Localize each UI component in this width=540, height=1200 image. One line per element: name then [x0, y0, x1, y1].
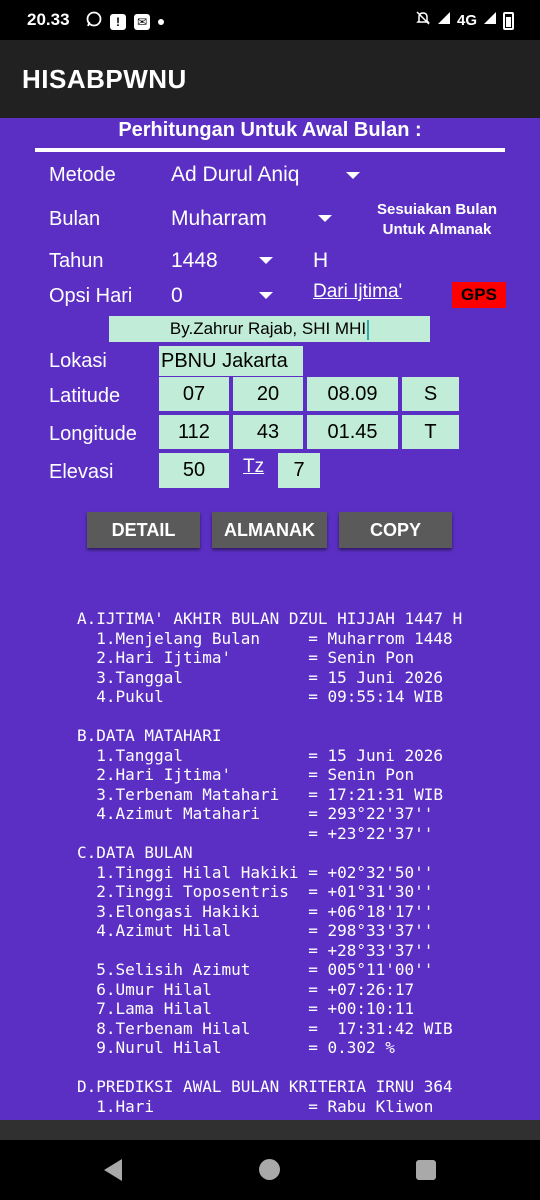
- dot-icon: [158, 18, 164, 25]
- chevron-down-icon[interactable]: [259, 292, 273, 299]
- lokasi-label: Lokasi: [49, 350, 107, 372]
- author-text: By.Zahrur Rajab, SHI MHI: [169, 319, 367, 338]
- gps-button[interactable]: GPS: [452, 282, 506, 308]
- system-icons: 4G: [415, 10, 514, 31]
- copy-button[interactable]: COPY: [339, 512, 452, 548]
- latitude-degree-input[interactable]: 07: [159, 377, 229, 411]
- bottom-strip: [0, 1120, 540, 1140]
- dari-ijtima-link[interactable]: Dari Ijtima': [313, 281, 402, 303]
- tahun-label: Tahun: [49, 250, 104, 272]
- elevasi-label: Elevasi: [49, 461, 114, 483]
- chevron-down-icon[interactable]: [259, 257, 273, 264]
- bulan-value[interactable]: Muharram: [171, 207, 267, 231]
- detail-button[interactable]: DETAIL: [87, 512, 200, 548]
- metode-label: Metode: [49, 164, 116, 186]
- longitude-minute-input[interactable]: 43: [233, 415, 303, 449]
- metode-value[interactable]: Ad Durul Aniq: [171, 163, 299, 187]
- recent-apps-icon[interactable]: [416, 1160, 436, 1180]
- mute-icon: [415, 10, 431, 31]
- chevron-down-icon[interactable]: [346, 172, 360, 179]
- longitude-degree-input[interactable]: 112: [159, 415, 229, 449]
- back-icon[interactable]: [104, 1159, 122, 1181]
- mail-icon: ✉: [134, 13, 150, 30]
- status-bar: 20.33 ! ✉ 4G: [0, 0, 540, 40]
- notification-icons: ! ✉: [86, 11, 164, 32]
- longitude-second-input[interactable]: 01.45: [307, 415, 398, 449]
- navigation-bar: [0, 1140, 540, 1200]
- almanak-note: Sesuiakan Bulan Untuk Almanak: [376, 201, 498, 238]
- latitude-label: Latitude: [49, 385, 121, 407]
- text-cursor: [367, 319, 370, 340]
- header-divider: [35, 148, 505, 152]
- app-bar: HISABPWNU: [0, 40, 540, 118]
- app-title: HISABPWNU: [22, 64, 187, 94]
- alert-icon: !: [110, 13, 126, 30]
- tz-label[interactable]: Tz: [243, 456, 264, 478]
- home-icon[interactable]: [259, 1159, 280, 1180]
- status-time: 20.33: [27, 10, 70, 29]
- whatsapp-icon: [86, 11, 102, 32]
- battery-icon: [503, 11, 514, 30]
- almanak-button[interactable]: ALMANAK: [212, 512, 327, 548]
- lokasi-input[interactable]: PBNU Jakarta: [159, 346, 303, 376]
- longitude-label: Longitude: [49, 423, 137, 445]
- opsi-hari-value[interactable]: 0: [171, 284, 183, 308]
- bulan-label: Bulan: [49, 208, 101, 230]
- latitude-second-input[interactable]: 08.09: [307, 377, 398, 411]
- author-field[interactable]: By.Zahrur Rajab, SHI MHI: [109, 316, 430, 342]
- result-text: A.IJTIMA' AKHIR BULAN DZUL HIJJAH 1447 H…: [77, 609, 463, 1116]
- tahun-value[interactable]: 1448: [171, 249, 218, 273]
- tz-input[interactable]: 7: [278, 453, 320, 488]
- latitude-direction-input[interactable]: S: [402, 377, 459, 411]
- opsi-hari-label: Opsi Hari: [49, 285, 133, 307]
- tahun-suffix: H: [313, 249, 329, 272]
- network-type: 4G: [456, 12, 477, 29]
- elevasi-input[interactable]: 50: [159, 453, 229, 488]
- signal-icon: [483, 11, 497, 30]
- form-header: Perhitungan Untuk Awal Bulan :: [118, 119, 422, 141]
- signal-icon: [437, 11, 451, 30]
- longitude-direction-input[interactable]: T: [402, 415, 459, 449]
- chevron-down-icon[interactable]: [318, 215, 332, 222]
- main-content[interactable]: Perhitungan Untuk Awal Bulan : Metode Ad…: [0, 118, 540, 1120]
- latitude-minute-input[interactable]: 20: [233, 377, 303, 411]
